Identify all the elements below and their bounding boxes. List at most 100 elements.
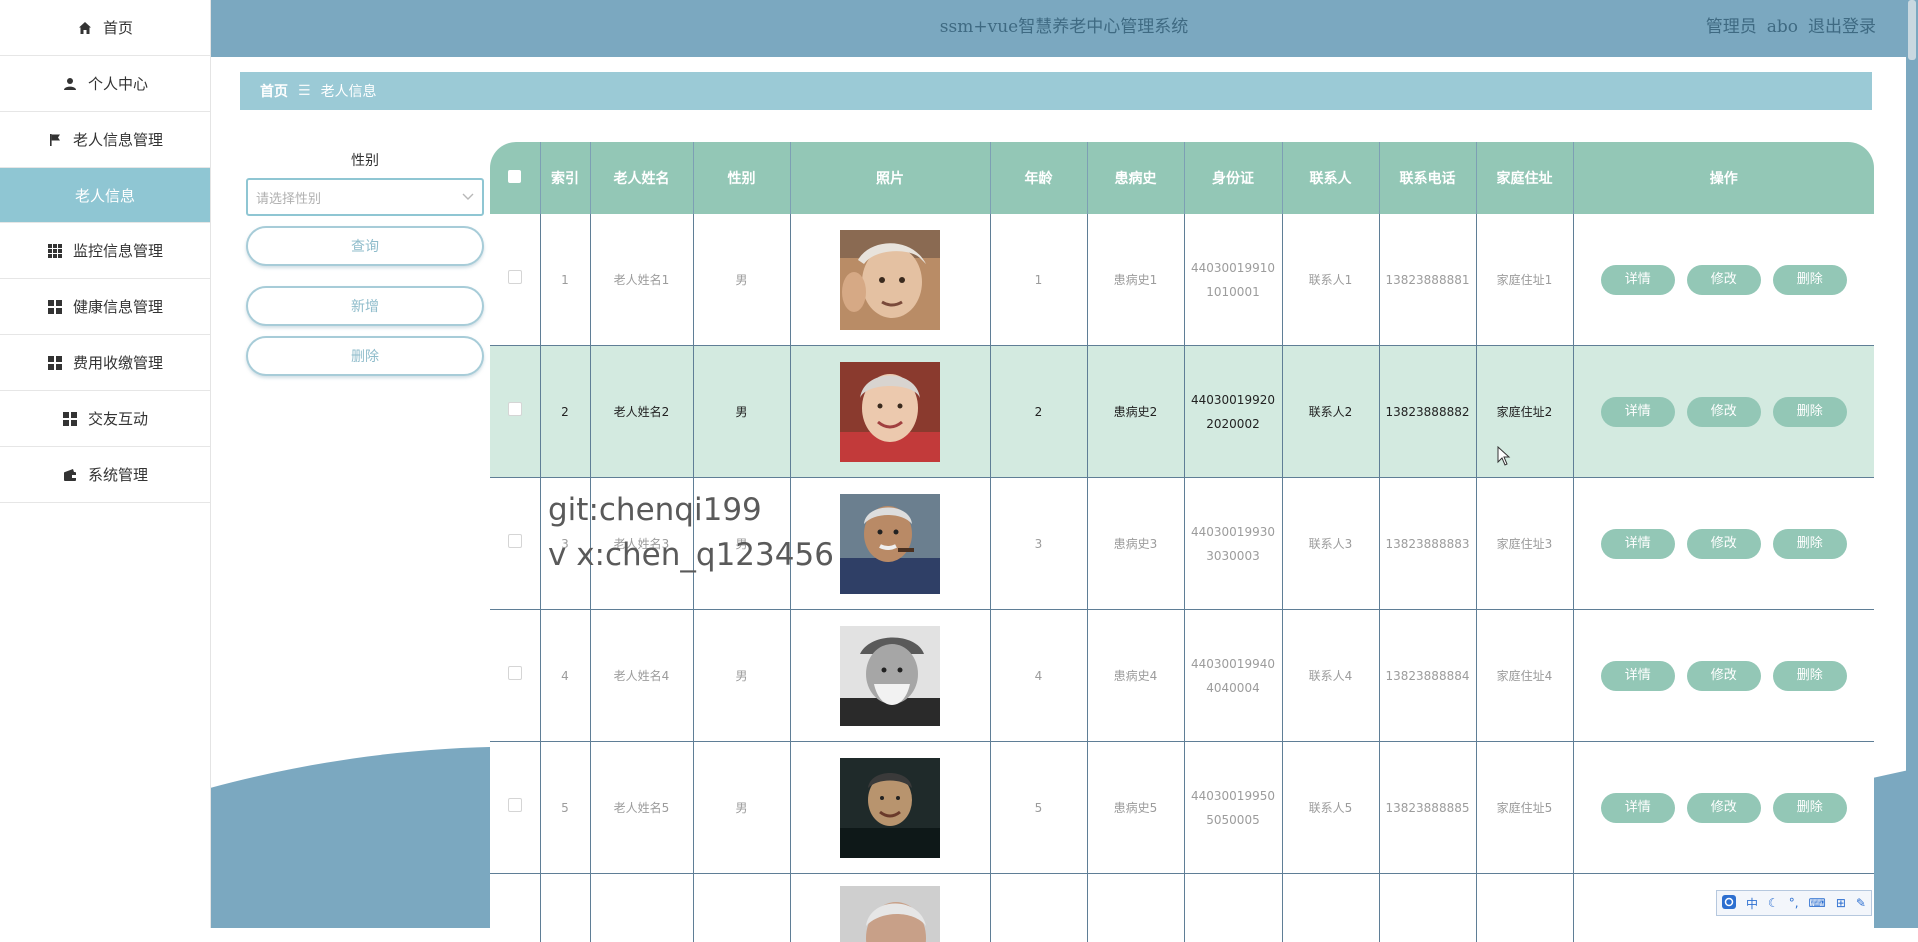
cell-history [1087, 874, 1184, 942]
cell-age: 1 [990, 214, 1087, 346]
gender-select[interactable]: 请选择性别 [246, 178, 484, 216]
detail-button[interactable]: 详情 [1601, 661, 1675, 691]
sidebar-item-monitor-management[interactable]: 监控信息管理 [0, 223, 210, 279]
cell-id-card: 440300199404040004 [1184, 610, 1282, 742]
logout-link[interactable]: 退出登录 [1808, 17, 1876, 37]
cell-name: 老人姓名2 [590, 346, 693, 478]
table-row[interactable]: 4 老人姓名4 男 4 患病史4 440300199404040004 联系人4… [490, 610, 1874, 742]
elder-photo [840, 494, 940, 594]
sidebar-item-label: 老人信息管理 [73, 129, 163, 150]
cell-actions: 详情修改删除 [1573, 610, 1874, 742]
sidebar-item-label: 健康信息管理 [73, 296, 163, 317]
ime-lang-toggle[interactable]: 中 [1746, 895, 1758, 912]
row-select-cell [490, 610, 540, 742]
sidebar-item-label: 交友互动 [88, 408, 148, 429]
delete-button[interactable]: 删除 [1773, 397, 1847, 427]
cell-gender: 男 [693, 742, 790, 874]
gender-select-placeholder: 请选择性别 [256, 188, 321, 207]
moon-icon[interactable]: ☾ [1768, 896, 1779, 910]
keyboard-icon[interactable]: ⌨ [1809, 896, 1826, 910]
sidebar-item-elder-info[interactable]: 老人信息 [0, 168, 210, 223]
cell-photo [790, 742, 990, 874]
flag-icon [47, 132, 63, 148]
cell-age: 3 [990, 478, 1087, 610]
cell-photo [790, 610, 990, 742]
cell-contact [1282, 874, 1379, 942]
sidebar-item-label: 费用收缴管理 [73, 352, 163, 373]
sidebar-item-system[interactable]: 系统管理 [0, 447, 210, 503]
cell-actions: 详情修改删除 [1573, 346, 1874, 478]
column-header: 索引 [540, 142, 590, 214]
detail-button[interactable]: 详情 [1601, 265, 1675, 295]
edit-button[interactable]: 修改 [1687, 661, 1761, 691]
row-checkbox[interactable] [508, 534, 522, 548]
wrench-icon[interactable]: ✎ [1856, 896, 1866, 910]
elder-photo [840, 886, 940, 942]
query-button[interactable]: 查询 [246, 226, 484, 266]
select-all-checkbox[interactable] [508, 170, 521, 183]
wallet-icon [62, 467, 78, 483]
cell-gender: 男 [693, 214, 790, 346]
add-button[interactable]: 新增 [246, 286, 484, 326]
detail-button[interactable]: 详情 [1601, 529, 1675, 559]
cell-id-card: 440300199303030003 [1184, 478, 1282, 610]
cell-phone: 13823888885 [1379, 742, 1476, 874]
ime-toolbar[interactable]: 中 ☾ °, ⌨ ⊞ ✎ [1716, 890, 1872, 916]
punctuation-icon[interactable]: °, [1789, 896, 1799, 910]
cell-id-card: 440300199202020002 [1184, 346, 1282, 478]
cell-age: 5 [990, 742, 1087, 874]
cell-age: 4 [990, 610, 1087, 742]
detail-button[interactable]: 详情 [1601, 397, 1675, 427]
cell-address: 家庭住址3 [1476, 478, 1573, 610]
breadcrumb-home[interactable]: 首页 [260, 81, 288, 101]
tools-icon[interactable]: ⊞ [1836, 896, 1846, 910]
elder-photo [840, 626, 940, 726]
page-scrollbar[interactable] [1906, 0, 1918, 928]
breadcrumb-separator: ☰ [298, 83, 311, 99]
table-row[interactable]: 2 老人姓名2 男 2 患病史2 440300199202020002 联系人2… [490, 346, 1874, 478]
cell-actions: 详情修改删除 [1573, 214, 1874, 346]
watermark-line: v x:chen_q123456 [548, 533, 834, 578]
ime-logo-icon[interactable] [1722, 895, 1736, 912]
cell-photo [790, 214, 990, 346]
sidebar-item-fee-management[interactable]: 费用收缴管理 [0, 335, 210, 391]
delete-button[interactable]: 删除 [1773, 265, 1847, 295]
row-checkbox[interactable] [508, 270, 522, 284]
row-checkbox[interactable] [508, 402, 522, 416]
delete-button[interactable]: 删除 [1773, 529, 1847, 559]
table-row[interactable]: 5 老人姓名5 男 5 患病史5 440300199505050005 联系人5… [490, 742, 1874, 874]
row-checkbox[interactable] [508, 798, 522, 812]
row-checkbox[interactable] [508, 666, 522, 680]
edit-button[interactable]: 修改 [1687, 529, 1761, 559]
delete-button[interactable]: 删除 [1773, 793, 1847, 823]
column-header: 联系人 [1282, 142, 1379, 214]
sidebar-item-home[interactable]: 首页 [0, 0, 210, 56]
cell-actions: 详情修改删除 [1573, 742, 1874, 874]
cell-contact: 联系人3 [1282, 478, 1379, 610]
sidebar-item-social[interactable]: 交友互动 [0, 391, 210, 447]
column-header: 年龄 [990, 142, 1087, 214]
table-row[interactable] [490, 874, 1874, 942]
cell-phone: 13823888883 [1379, 478, 1476, 610]
cell-photo [790, 874, 990, 942]
batch-delete-button[interactable]: 删除 [246, 336, 484, 376]
scrollbar-thumb[interactable] [1908, 0, 1916, 60]
cell-index: 4 [540, 610, 590, 742]
mouse-cursor-icon [1497, 446, 1511, 466]
delete-button[interactable]: 删除 [1773, 661, 1847, 691]
sidebar-item-profile[interactable]: 个人中心 [0, 56, 210, 112]
cell-history: 患病史3 [1087, 478, 1184, 610]
elder-photo [840, 758, 940, 858]
edit-button[interactable]: 修改 [1687, 265, 1761, 295]
sidebar-item-label: 监控信息管理 [73, 240, 163, 261]
row-select-cell [490, 214, 540, 346]
edit-button[interactable]: 修改 [1687, 397, 1761, 427]
sidebar-item-health-management[interactable]: 健康信息管理 [0, 279, 210, 335]
table-row[interactable]: 1 老人姓名1 男 1 患病史1 440300199101010001 联系人1… [490, 214, 1874, 346]
cell-photo [790, 346, 990, 478]
cell-gender [693, 874, 790, 942]
cell-id-card: 440300199505050005 [1184, 742, 1282, 874]
detail-button[interactable]: 详情 [1601, 793, 1675, 823]
sidebar-item-elder-management[interactable]: 老人信息管理 [0, 112, 210, 168]
edit-button[interactable]: 修改 [1687, 793, 1761, 823]
